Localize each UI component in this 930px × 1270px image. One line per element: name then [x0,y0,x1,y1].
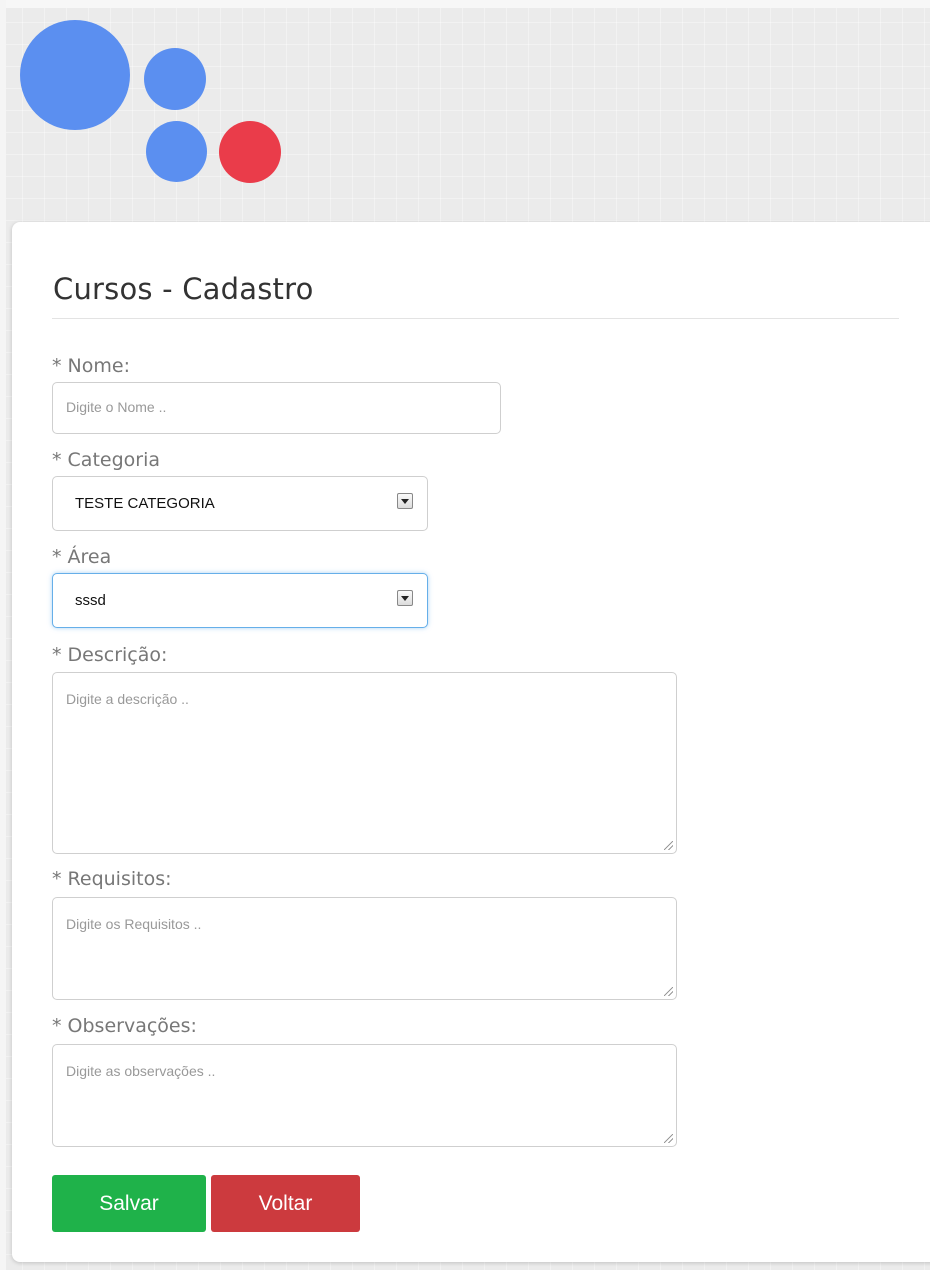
nome-label: * Nome: [52,355,130,377]
observacoes-placeholder: Digite as observações .. [66,1063,216,1079]
title-divider [52,318,899,319]
requisitos-textarea[interactable]: Digite os Requisitos .. [52,897,677,1000]
resize-grip-icon[interactable] [664,987,673,996]
requisitos-placeholder: Digite os Requisitos .. [66,916,202,932]
chevron-down-icon[interactable] [397,590,413,606]
descricao-textarea[interactable]: Digite a descrição .. [52,672,677,854]
descricao-label: * Descrição: [52,644,168,666]
area-selected-value: sssd [75,592,106,609]
back-button[interactable]: Voltar [211,1175,360,1232]
resize-grip-icon[interactable] [664,1134,673,1143]
logo-small-dot-top [144,48,206,110]
logo [0,0,300,200]
categoria-label: * Categoria [52,449,161,471]
descricao-placeholder: Digite a descrição .. [66,691,189,707]
area-select[interactable]: sssd [52,573,428,628]
save-button[interactable]: Salvar [52,1175,206,1232]
categoria-selected-value: TESTE CATEGORIA [75,495,215,512]
logo-large-dot [20,20,130,130]
chevron-down-icon[interactable] [397,493,413,509]
requisitos-label: * Requisitos: [52,868,172,890]
form-card: Cursos - Cadastro * Nome: Digite o Nome … [12,222,930,1262]
resize-grip-icon[interactable] [664,841,673,850]
observacoes-textarea[interactable]: Digite as observações .. [52,1044,677,1147]
nome-input[interactable]: Digite o Nome .. [52,382,501,434]
logo-small-dot-bottom [146,121,207,182]
logo-red-dot [219,121,281,183]
observacoes-label: * Observações: [52,1015,197,1037]
page-title: Cursos - Cadastro [53,272,314,306]
area-label: * Área [52,546,112,568]
nome-placeholder: Digite o Nome .. [66,399,167,415]
categoria-select[interactable]: TESTE CATEGORIA [52,476,428,531]
